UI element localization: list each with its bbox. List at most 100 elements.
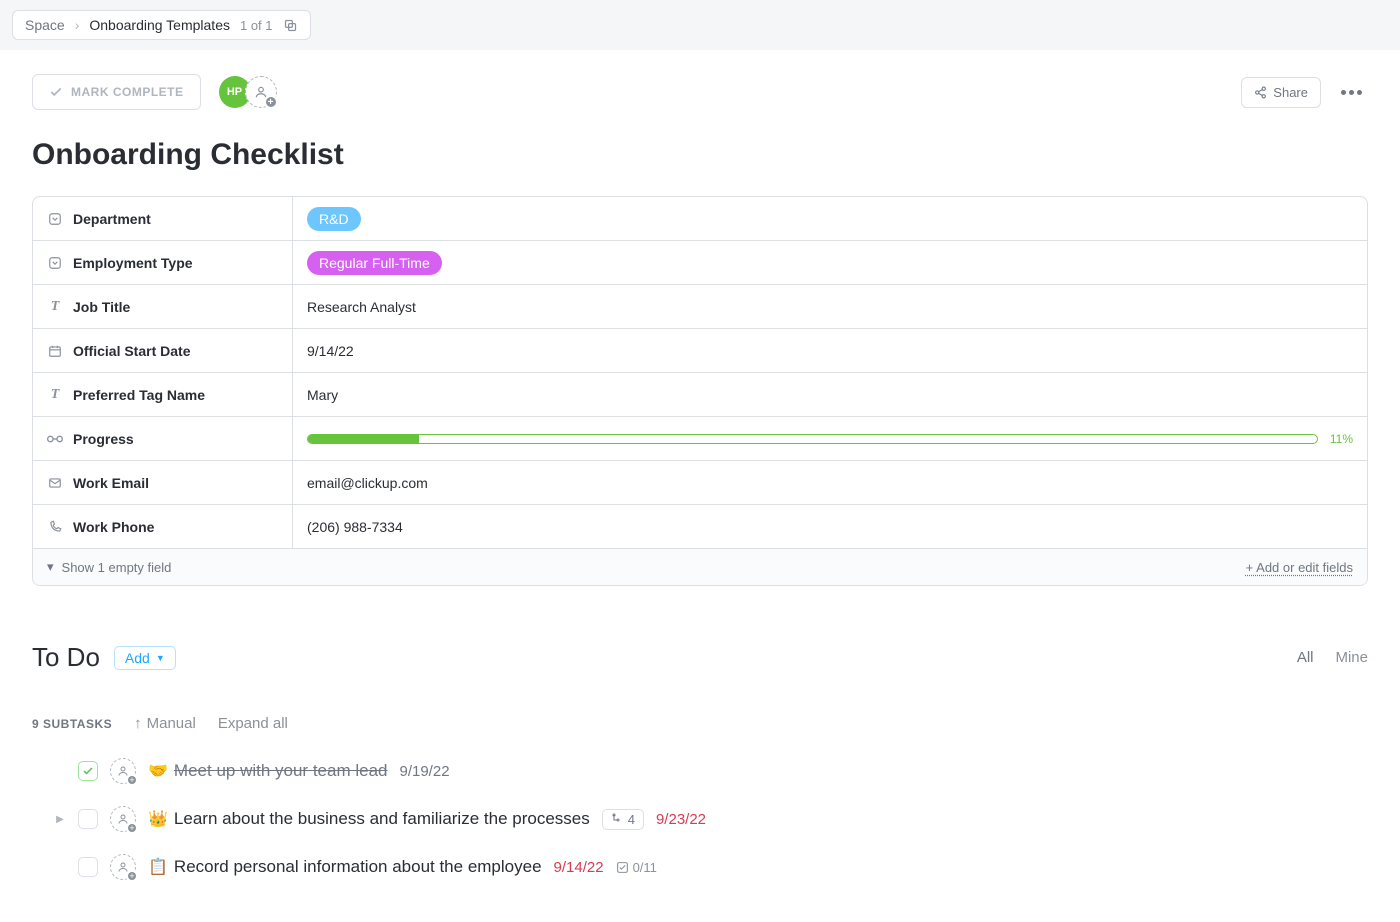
arrow-up-icon: ↑: [134, 715, 142, 732]
subtask-count: 9 SUBTASKS: [32, 717, 112, 731]
share-label: Share: [1273, 85, 1308, 100]
task-due-date[interactable]: 9/23/22: [656, 811, 706, 828]
task-title[interactable]: Record personal information about the em…: [174, 857, 542, 877]
assign-button[interactable]: +: [110, 758, 136, 784]
todo-header: To Do Add ▼ All Mine: [32, 642, 1368, 673]
field-label: Job Title: [73, 299, 130, 315]
checklist-icon: [616, 861, 629, 874]
task-title[interactable]: Learn about the business and familiarize…: [174, 809, 590, 829]
page-title: Onboarding Checklist: [32, 138, 1368, 172]
assign-button[interactable]: +: [110, 854, 136, 880]
field-row-start-date: Official Start Date 9/14/22: [33, 329, 1367, 373]
expand-all-button[interactable]: Expand all: [218, 715, 288, 732]
department-tag[interactable]: R&D: [307, 207, 361, 231]
breadcrumb-bar: Space › Onboarding Templates 1 of 1: [0, 0, 1400, 50]
mail-icon: [47, 476, 63, 490]
field-label: Work Phone: [73, 519, 154, 535]
task-row[interactable]: ▶+🤝Meet up with your team lead9/19/22: [32, 758, 1368, 784]
task-emoji: 🤝: [148, 761, 168, 781]
field-row-work-email: Work Email email@clickup.com: [33, 461, 1367, 505]
preferred-name-value[interactable]: Mary: [293, 373, 1367, 416]
task-list: ▶ + 🤝 Meet up with your team lead 9/19/22 ▶ + 👑…: [32, 758, 1368, 880]
sort-label: Manual: [147, 715, 196, 732]
field-label: Department: [73, 211, 151, 227]
progress-bar[interactable]: [307, 434, 1318, 444]
task-checkbox[interactable]: [78, 857, 98, 877]
share-button[interactable]: Share: [1241, 77, 1321, 108]
text-icon: T: [47, 387, 63, 403]
progress-fill: [308, 435, 419, 443]
task-checkbox[interactable]: [78, 761, 98, 781]
breadcrumb-current[interactable]: Onboarding Templates: [89, 17, 230, 33]
breadcrumb[interactable]: Space › Onboarding Templates 1 of 1: [12, 10, 311, 40]
calendar-icon: [47, 344, 63, 358]
start-date-value[interactable]: 9/14/22: [293, 329, 1367, 372]
dropdown-icon: [47, 256, 63, 270]
todo-filters: All Mine: [1297, 649, 1368, 666]
breadcrumb-position: 1 of 1: [240, 18, 273, 33]
task-title[interactable]: Meet up with your team lead: [174, 761, 388, 781]
task-emoji: 👑: [148, 809, 168, 829]
assign-button[interactable]: +: [110, 806, 136, 832]
assignee-avatars[interactable]: HP +: [219, 76, 277, 108]
todo-title: To Do: [32, 642, 100, 673]
breadcrumb-root[interactable]: Space: [25, 17, 65, 33]
task-row[interactable]: ▶ + 👑 Learn about the business and familiar…: [32, 806, 1368, 832]
work-email-value[interactable]: email@clickup.com: [293, 461, 1367, 504]
mark-complete-button[interactable]: MARK COMPLETE: [32, 74, 201, 110]
task-row[interactable]: ▶+📋Record personal information about the…: [32, 854, 1368, 880]
task-due-date[interactable]: 9/14/22: [554, 859, 604, 876]
share-icon: [1254, 86, 1267, 99]
dropdown-icon: [47, 212, 63, 226]
checklist-progress[interactable]: 0/11: [616, 860, 657, 875]
task-due-date[interactable]: 9/19/22: [399, 763, 449, 780]
plus-icon: +: [126, 870, 138, 882]
plus-icon: +: [264, 95, 278, 109]
task-checkbox[interactable]: [78, 809, 98, 829]
fields-footer: ▾ Show 1 empty field + Add or edit field…: [33, 549, 1367, 585]
field-row-preferred-name: T Preferred Tag Name Mary: [33, 373, 1367, 417]
subtask-bar: 9 SUBTASKS ↑ Manual Expand all: [32, 715, 1368, 732]
copy-icon[interactable]: [283, 18, 298, 33]
subtask-icon: [611, 813, 623, 825]
field-row-employment-type: Employment Type Regular Full-Time: [33, 241, 1367, 285]
field-row-work-phone: Work Phone (206) 988-7334: [33, 505, 1367, 549]
add-task-button[interactable]: Add ▼: [114, 646, 176, 670]
add-edit-fields-button[interactable]: + Add or edit fields: [1246, 560, 1353, 575]
work-phone-value[interactable]: (206) 988-7334: [293, 505, 1367, 548]
sort-button[interactable]: ↑ Manual: [134, 715, 196, 732]
plus-icon: +: [126, 774, 138, 786]
job-title-value[interactable]: Research Analyst: [293, 285, 1367, 328]
filter-mine[interactable]: Mine: [1335, 649, 1368, 666]
add-assignee-button[interactable]: +: [245, 76, 277, 108]
more-menu-button[interactable]: [1335, 84, 1368, 101]
field-label: Employment Type: [73, 255, 193, 271]
phone-icon: [47, 520, 63, 534]
check-icon: [49, 85, 63, 99]
progress-percent: 11%: [1330, 432, 1353, 446]
field-label: Work Email: [73, 475, 149, 491]
field-row-department: Department R&D: [33, 197, 1367, 241]
subtask-count-chip[interactable]: 4: [602, 809, 644, 830]
text-icon: T: [47, 299, 63, 315]
chevron-right-icon: ›: [75, 17, 80, 33]
caret-down-icon: ▾: [47, 559, 54, 575]
check-icon: [82, 765, 94, 777]
mark-complete-label: MARK COMPLETE: [71, 85, 184, 99]
progress-icon: [47, 434, 63, 444]
plus-icon: +: [126, 822, 138, 834]
task-emoji: 📋: [148, 857, 168, 877]
field-label: Official Start Date: [73, 343, 190, 359]
employment-type-tag[interactable]: Regular Full-Time: [307, 251, 442, 275]
page-toolbar: MARK COMPLETE HP + Share: [0, 50, 1400, 122]
field-row-job-title: T Job Title Research Analyst: [33, 285, 1367, 329]
filter-all[interactable]: All: [1297, 649, 1314, 666]
empty-fields-label: Show 1 empty field: [62, 560, 172, 575]
custom-fields-table: Department R&D Employment Type Regular F…: [32, 196, 1368, 586]
field-row-progress: Progress 11%: [33, 417, 1367, 461]
field-label: Preferred Tag Name: [73, 387, 205, 403]
show-empty-fields-button[interactable]: ▾ Show 1 empty field: [47, 559, 171, 575]
expand-caret-icon[interactable]: ▶: [54, 814, 66, 825]
add-label: Add: [125, 650, 150, 666]
caret-down-icon: ▼: [156, 653, 165, 663]
